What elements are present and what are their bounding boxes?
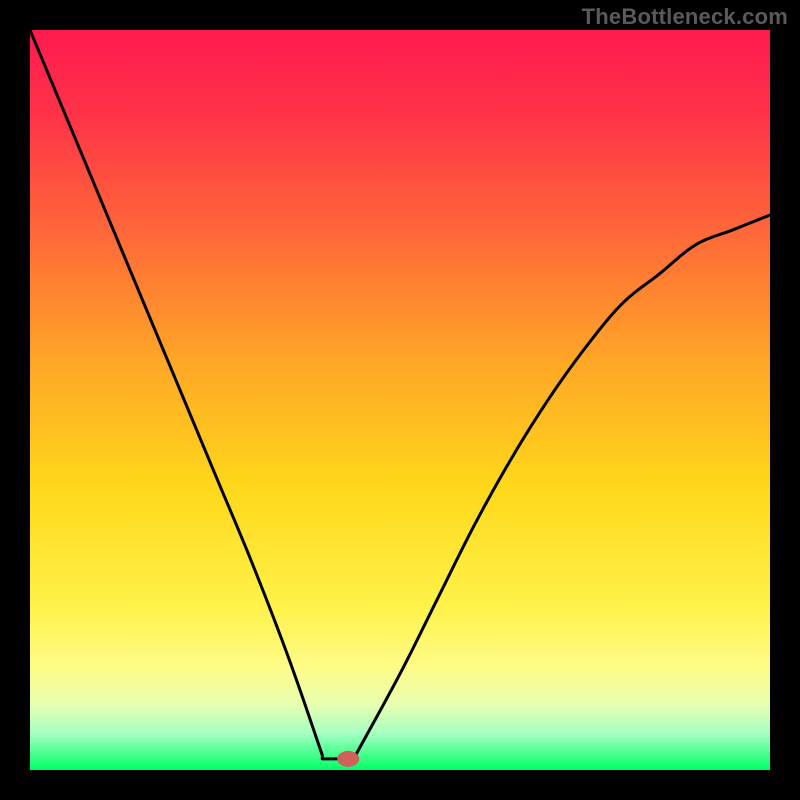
plot-area xyxy=(30,30,770,770)
watermark-text: TheBottleneck.com xyxy=(582,4,788,30)
bottleneck-chart xyxy=(30,30,770,770)
optimal-marker xyxy=(337,751,359,767)
gradient-background xyxy=(30,30,770,770)
chart-frame: TheBottleneck.com xyxy=(0,0,800,800)
